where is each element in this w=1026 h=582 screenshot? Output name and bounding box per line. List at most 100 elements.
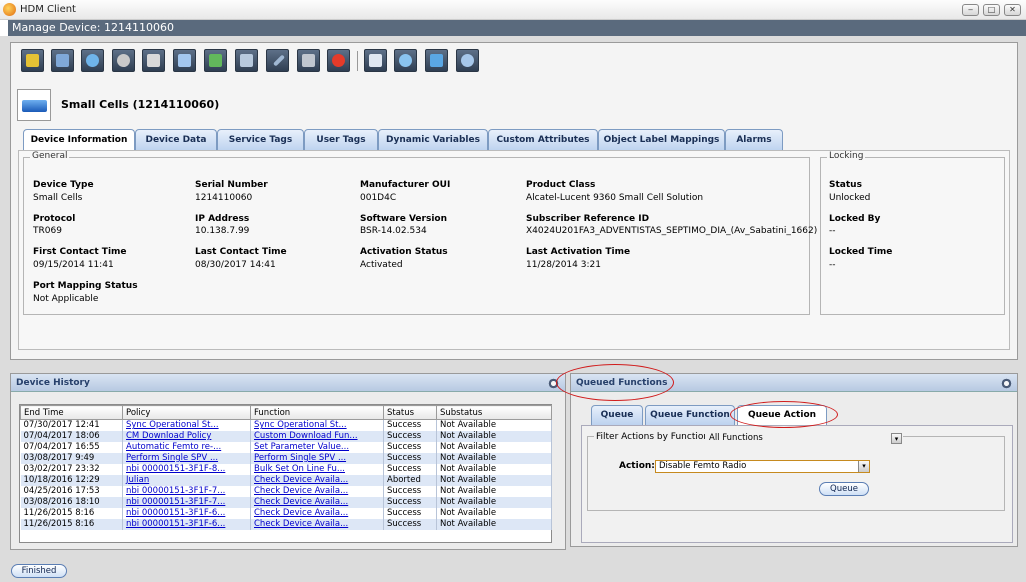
software-version-label: Software Version	[360, 214, 447, 224]
table-row[interactable]: 11/26/2015 8:16 nbi 00000151-3F1F-6... Che…	[20, 518, 552, 530]
table-cell: Not Available	[436, 441, 552, 453]
lock-icon[interactable]	[21, 49, 44, 72]
locked-by-label: Locked By	[829, 214, 881, 224]
table-cell[interactable]: Check Device Availa...	[250, 474, 384, 486]
table-row[interactable]: 04/25/2016 17:53 nbi 00000151-3F1F-7... Ch…	[20, 485, 552, 497]
undo-icon[interactable]	[51, 49, 74, 72]
device-type-label: Device Type	[33, 180, 94, 190]
document-icon[interactable]	[364, 49, 387, 72]
table-row[interactable]: 07/30/2017 12:41 Sync Operational St... Sy…	[20, 419, 552, 431]
maximize-button[interactable]: □	[983, 4, 1000, 16]
tab-user-tags[interactable]: User Tags	[304, 129, 378, 151]
table-cell[interactable]: nbi 00000151-3F1F-6...	[122, 507, 251, 519]
table-cell[interactable]: nbi 00000151-3F1F-7...	[122, 485, 251, 497]
filter-group: Filter Actions by Function: All Function…	[587, 432, 1005, 511]
table-cell[interactable]: Perform Single SPV ...	[250, 452, 384, 464]
action-select[interactable]: Disable Femto Radio ▾	[655, 460, 870, 473]
queue-button[interactable]: Queue	[819, 482, 869, 496]
locked-time-value: --	[829, 260, 836, 270]
firmware-icon[interactable]	[327, 49, 350, 72]
chevron-down-icon[interactable]: ▾	[858, 461, 869, 472]
table-cell[interactable]: nbi 00000151-3F1F-6...	[122, 518, 251, 530]
tools-icon[interactable]	[297, 49, 320, 72]
tab-device-information[interactable]: Device Information	[23, 129, 135, 152]
table-cell: Success	[383, 441, 437, 453]
general-legend: General	[30, 151, 70, 161]
close-button[interactable]: ✕	[1004, 4, 1021, 16]
target-icon[interactable]	[394, 49, 417, 72]
table-row[interactable]: 07/04/2017 16:55 Automatic Femto re-... Se…	[20, 441, 552, 453]
filter-select[interactable]: All Functions ▾	[705, 432, 903, 445]
tab-custom-attributes[interactable]: Custom Attributes	[488, 129, 598, 151]
tab-queue[interactable]: Queue	[591, 405, 643, 425]
table-row[interactable]: 10/18/2016 12:29 Julian Check Device Avail…	[20, 474, 552, 486]
table-cell[interactable]: nbi 00000151-3F1F-7...	[122, 496, 251, 508]
tab-alarms[interactable]: Alarms	[725, 129, 783, 151]
delete-icon[interactable]	[235, 49, 258, 72]
table-cell: Success	[383, 430, 437, 442]
column-header-substatus[interactable]: Substatus	[436, 405, 552, 420]
toolbar-separator	[357, 51, 358, 71]
last-contact-value: 08/30/2017 14:41	[195, 260, 276, 270]
main-frame: Small Cells (1214110060) Device Informat…	[0, 36, 1026, 582]
locking-legend: Locking	[827, 151, 866, 161]
refresh-icon[interactable]	[81, 49, 104, 72]
table-cell[interactable]: Sync Operational St...	[250, 419, 384, 431]
table-cell[interactable]: Custom Download Fun...	[250, 430, 384, 442]
table-cell: Success	[383, 485, 437, 497]
table-row[interactable]: 03/08/2016 18:10 nbi 00000151-3F1F-7... Ch…	[20, 496, 552, 508]
column-header-function[interactable]: Function	[250, 405, 384, 420]
tab-queue-function[interactable]: Queue Function	[645, 405, 735, 425]
device-type-value: Small Cells	[33, 193, 83, 203]
table-row[interactable]: 03/02/2017 23:32 nbi 00000151-3F1F-8... Bu…	[20, 463, 552, 475]
tab-device-data[interactable]: Device Data	[135, 129, 217, 151]
table-cell[interactable]: Julian	[122, 474, 251, 486]
column-header-status[interactable]: Status	[383, 405, 437, 420]
tab-dynamic-variables[interactable]: Dynamic Variables	[378, 129, 488, 151]
locked-time-label: Locked Time	[829, 247, 893, 257]
minimize-button[interactable]: ‒	[962, 4, 979, 16]
chevron-down-icon[interactable]: ▾	[891, 433, 902, 444]
reboot-icon[interactable]	[112, 49, 135, 72]
export-icon[interactable]	[204, 49, 227, 72]
edit-icon[interactable]	[266, 49, 289, 72]
port-mapping-label: Port Mapping Status	[33, 281, 138, 291]
column-header-end-time[interactable]: End Time	[20, 405, 123, 420]
column-header-policy[interactable]: Policy	[122, 405, 251, 420]
action-select-value: Disable Femto Radio	[659, 461, 747, 471]
device-history-panel: Device History End Time Policy Function …	[10, 373, 566, 550]
table-cell[interactable]: Bulk Set On Line Fu...	[250, 463, 384, 475]
search-icon[interactable]	[456, 49, 479, 72]
subscriber-reference-value: X4024U201FA3_ADVENTISTAS_SEPTIMO_DIA_(Av…	[526, 226, 818, 236]
table-row[interactable]: 07/04/2017 18:06 CM Download Policy Custom…	[20, 430, 552, 442]
tab-service-tags[interactable]: Service Tags	[217, 129, 304, 151]
table-cell[interactable]: Check Device Availa...	[250, 485, 384, 497]
table-cell: 03/02/2017 23:32	[20, 463, 123, 475]
table-row[interactable]: 11/26/2015 8:16 nbi 00000151-3F1F-6... Che…	[20, 507, 552, 519]
stack-icon[interactable]	[425, 49, 448, 72]
table-cell[interactable]: nbi 00000151-3F1F-8...	[122, 463, 251, 475]
table-cell[interactable]: Check Device Availa...	[250, 518, 384, 530]
table-cell[interactable]: Check Device Availa...	[250, 507, 384, 519]
table-cell: Success	[383, 518, 437, 530]
checklist-icon[interactable]	[142, 49, 165, 72]
finished-status-button[interactable]: Finished	[11, 564, 67, 578]
table-cell: Not Available	[436, 496, 552, 508]
ip-address-label: IP Address	[195, 214, 250, 224]
table-cell[interactable]: CM Download Policy	[122, 430, 251, 442]
table-row[interactable]: 03/08/2017 9:49 Perform Single SPV ... Per…	[20, 452, 552, 464]
tab-object-label-mappings[interactable]: Object Label Mappings	[598, 129, 725, 151]
table-cell[interactable]: Sync Operational St...	[122, 419, 251, 431]
table-cell[interactable]: Set Parameter Value...	[250, 441, 384, 453]
table-cell: 11/26/2015 8:16	[20, 507, 123, 519]
filter-label: Filter Actions by Function:	[594, 432, 715, 442]
table-cell[interactable]: Perform Single SPV ...	[122, 452, 251, 464]
table-cell[interactable]: Automatic Femto re-...	[122, 441, 251, 453]
table-cell[interactable]: Check Device Availa...	[250, 496, 384, 508]
computer-icon[interactable]	[173, 49, 196, 72]
refresh-icon[interactable]	[1001, 378, 1012, 389]
manage-device-title: Manage Device: 1214110060	[8, 20, 1026, 36]
table-cell: 07/30/2017 12:41	[20, 419, 123, 431]
table-cell: 07/04/2017 18:06	[20, 430, 123, 442]
table-header-row: End Time Policy Function Status Substatu…	[20, 405, 552, 420]
